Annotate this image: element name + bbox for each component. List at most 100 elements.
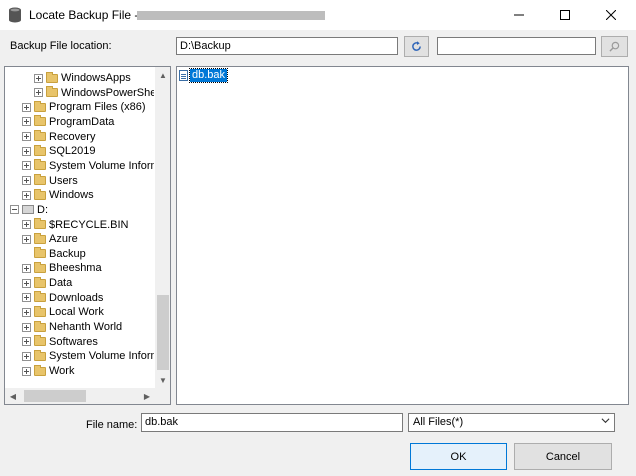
scroll-up-icon[interactable]: ▲ <box>155 67 170 83</box>
database-icon <box>9 7 21 23</box>
tree-item[interactable]: Program Files (x86) <box>22 100 146 114</box>
tree-item-label: Local Work <box>49 306 104 319</box>
folder-icon <box>34 247 46 259</box>
folder-icon <box>34 218 46 229</box>
expand-icon[interactable] <box>22 234 31 244</box>
tree-item[interactable]: Softwares <box>22 335 98 349</box>
tree-item[interactable]: Bheeshma <box>22 261 102 275</box>
tree-item[interactable]: Downloads <box>22 291 103 305</box>
tree-item[interactable]: Work <box>22 364 74 378</box>
expand-icon[interactable] <box>22 307 31 317</box>
tree-item[interactable]: WindowsPowerShel <box>34 86 154 100</box>
backup-location-label: Backup File location: <box>10 40 112 52</box>
tree-item[interactable]: Backup <box>22 247 86 261</box>
expand-icon[interactable] <box>22 102 31 112</box>
search-icon <box>609 41 620 52</box>
folder-icon <box>34 188 46 200</box>
scroll-down-icon[interactable]: ▼ <box>155 372 170 388</box>
folder-icon <box>46 86 58 98</box>
folder-tree-rows: WindowsApps WindowsPowerShel Program Files… <box>5 67 154 388</box>
expand-icon[interactable] <box>22 176 31 186</box>
scroll-right-icon[interactable]: ▶ <box>139 388 155 404</box>
tree-item[interactable]: Recovery <box>22 130 95 144</box>
file-item-name: db.bak <box>188 68 229 83</box>
tree-item-label: ProgramData <box>49 115 115 128</box>
redacted-title-part <box>137 11 325 20</box>
folder-icon <box>34 232 46 244</box>
tree-item-label: Backup <box>49 247 86 260</box>
tree-item[interactable]: Data <box>22 276 72 290</box>
tree-item[interactable]: System Volume Inform <box>22 349 154 363</box>
tree-item[interactable]: Azure <box>22 232 78 246</box>
backup-location-input[interactable]: D:\Backup <box>176 37 398 55</box>
file-item[interactable]: db.bak <box>179 68 229 83</box>
tree-item-label: Windows <box>49 189 94 202</box>
file-type-select[interactable]: All Files(*) <box>408 413 615 432</box>
expand-icon[interactable] <box>22 132 31 142</box>
file-icon <box>179 70 188 81</box>
cancel-button[interactable]: Cancel <box>514 443 612 470</box>
tree-item[interactable]: System Volume Inform <box>22 159 154 173</box>
folder-icon <box>34 159 46 171</box>
ok-button[interactable]: OK <box>410 443 507 470</box>
expand-icon[interactable] <box>22 190 31 200</box>
file-list[interactable]: db.bak <box>176 66 629 405</box>
maximize-icon <box>560 10 570 20</box>
expand-icon[interactable] <box>22 263 31 273</box>
folder-icon <box>34 174 46 186</box>
search-input[interactable] <box>437 37 596 55</box>
collapse-icon[interactable] <box>10 205 19 215</box>
refresh-button[interactable] <box>404 36 429 57</box>
file-name-input[interactable]: db.bak <box>141 413 403 432</box>
expand-icon[interactable] <box>22 161 31 171</box>
folder-tree[interactable]: WindowsApps WindowsPowerShel Program Files… <box>4 66 171 405</box>
folder-icon <box>34 144 46 156</box>
expand-icon[interactable] <box>22 351 31 361</box>
tree-item[interactable]: Nehanth World <box>22 320 122 334</box>
folder-icon <box>34 115 46 127</box>
file-type-value: All Files(*) <box>413 416 464 428</box>
tree-item[interactable]: D: <box>10 203 48 217</box>
tree-item-label: Bheeshma <box>49 262 102 275</box>
scroll-left-icon[interactable]: ◀ <box>5 388 21 404</box>
expand-icon[interactable] <box>22 146 31 156</box>
folder-icon <box>34 364 46 376</box>
tree-item[interactable]: SQL2019 <box>22 144 95 158</box>
tree-vertical-scrollbar[interactable]: ▲ ▼ <box>155 67 170 388</box>
expand-icon[interactable] <box>22 337 31 347</box>
tree-item-label: Softwares <box>49 335 98 348</box>
expand-icon[interactable] <box>22 117 31 127</box>
maximize-button[interactable] <box>542 0 588 30</box>
expand-icon[interactable] <box>22 322 31 332</box>
expand-icon[interactable] <box>22 366 31 376</box>
tree-item-label: WindowsApps <box>61 72 131 84</box>
search-button[interactable] <box>601 36 628 57</box>
tree-item[interactable]: WindowsApps <box>34 71 131 85</box>
tree-item-label: Users <box>49 174 78 187</box>
expand-icon[interactable] <box>22 220 31 229</box>
folder-icon <box>34 100 46 112</box>
hscroll-thumb[interactable] <box>24 390 86 402</box>
folder-icon <box>34 276 46 288</box>
tree-item-label: Work <box>49 365 75 377</box>
tree-item[interactable]: ProgramData <box>22 115 114 129</box>
tree-item[interactable]: Users <box>22 174 78 188</box>
scroll-thumb[interactable] <box>157 295 169 370</box>
scroll-corner <box>155 388 170 404</box>
tree-item-label: Recovery <box>49 130 96 143</box>
close-button[interactable] <box>588 0 634 30</box>
expand-icon[interactable] <box>22 293 31 303</box>
expand-icon[interactable] <box>34 73 43 83</box>
chevron-down-icon <box>601 416 610 427</box>
folder-icon <box>34 335 46 347</box>
expand-icon[interactable] <box>22 278 31 288</box>
minimize-button[interactable] <box>496 0 542 30</box>
tree-item[interactable]: $RECYCLE.BIN <box>22 218 128 232</box>
folder-icon <box>46 71 58 83</box>
expand-icon[interactable] <box>34 88 43 98</box>
tree-horizontal-scrollbar[interactable]: ◀ ▶ <box>5 388 155 404</box>
tree-item-label: Data <box>49 277 73 290</box>
tree-item[interactable]: Local Work <box>22 305 104 319</box>
tree-item[interactable]: Windows <box>22 188 94 202</box>
tree-item-label: WindowsPowerShel <box>61 86 154 99</box>
